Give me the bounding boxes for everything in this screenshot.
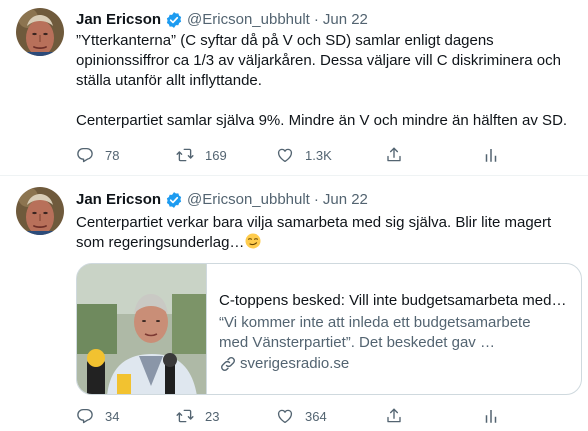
tweet-date[interactable]: Jun 22 (323, 10, 368, 30)
card-domain-text: sverigesradio.se (240, 355, 350, 372)
retweet-icon (176, 146, 194, 164)
like-count: 364 (305, 408, 327, 424)
retweet-count: 169 (205, 147, 227, 163)
reply-count: 78 (105, 147, 120, 163)
verified-icon (165, 191, 183, 209)
tweet[interactable]: Jan Ericson @Ericson_ubbhult · Jun 22 ”Y… (0, 0, 588, 176)
author-name[interactable]: Jan Ericson (76, 190, 161, 210)
reply-icon (76, 146, 94, 164)
link-icon (219, 355, 237, 373)
share-icon (385, 146, 403, 164)
card-body: C-toppens besked: Vill inte budgetsamarb… (207, 264, 581, 394)
tweet-header: Jan Ericson @Ericson_ubbhult · Jun 22 (76, 190, 368, 210)
analytics-icon (482, 146, 500, 164)
card-domain: sverigesradio.se (219, 354, 567, 374)
retweet-button[interactable]: 169 (176, 145, 227, 165)
tweet-paragraph: ”Ytterkanterna” (C syftar då på V och SD… (76, 32, 561, 89)
tweet-actions: 78 169 1.3K (76, 145, 506, 165)
tweet-actions: 34 23 364 (76, 406, 506, 426)
link-card[interactable]: C-toppens besked: Vill inte budgetsamarb… (76, 263, 582, 395)
share-button[interactable] (385, 406, 403, 426)
verified-icon (165, 11, 183, 29)
like-button[interactable]: 364 (276, 406, 327, 426)
share-icon (385, 407, 403, 425)
retweet-count: 23 (205, 408, 220, 424)
reply-button[interactable]: 78 (76, 145, 119, 165)
tweet-paragraph: Centerpartiet samlar själva 9%. Mindre ä… (76, 112, 568, 129)
retweet-icon (176, 407, 194, 425)
analytics-button[interactable] (482, 145, 500, 165)
tweet-text: Centerpartiet verkar bara vilja samarbet… (76, 213, 576, 253)
avatar[interactable] (16, 8, 64, 56)
reply-button[interactable]: 34 (76, 406, 119, 426)
analytics-button[interactable] (482, 406, 500, 426)
tweet-paragraph: Centerpartiet verkar bara vilja samarbet… (76, 214, 552, 251)
card-thumbnail (77, 264, 207, 394)
author-handle[interactable]: @Ericson_ubbhult (187, 190, 310, 210)
analytics-icon (482, 407, 500, 425)
smirking-face-icon (245, 233, 261, 249)
card-title: C-toppens besked: Vill inte budgetsamarb… (219, 292, 569, 309)
separator: · (313, 191, 319, 208)
like-icon (276, 146, 294, 164)
avatar[interactable] (16, 187, 64, 235)
tweet-date[interactable]: Jun 22 (323, 190, 368, 210)
reply-count: 34 (105, 408, 120, 424)
retweet-button[interactable]: 23 (176, 406, 219, 426)
like-button[interactable]: 1.3K (276, 145, 332, 165)
share-button[interactable] (385, 145, 403, 165)
tweet-text: ”Ytterkanterna” (C syftar då på V och SD… (76, 31, 576, 131)
reply-icon (76, 407, 94, 425)
author-name[interactable]: Jan Ericson (76, 10, 161, 30)
separator: · (313, 11, 319, 28)
like-count: 1.3K (305, 147, 332, 163)
tweet-header: Jan Ericson @Ericson_ubbhult · Jun 22 (76, 10, 368, 30)
author-handle[interactable]: @Ericson_ubbhult (187, 10, 310, 30)
card-description: “Vi kommer inte att inleda ett budgetsam… (219, 314, 531, 351)
like-icon (276, 407, 294, 425)
tweet[interactable]: Jan Ericson @Ericson_ubbhult · Jun 22 Ce… (0, 177, 588, 431)
